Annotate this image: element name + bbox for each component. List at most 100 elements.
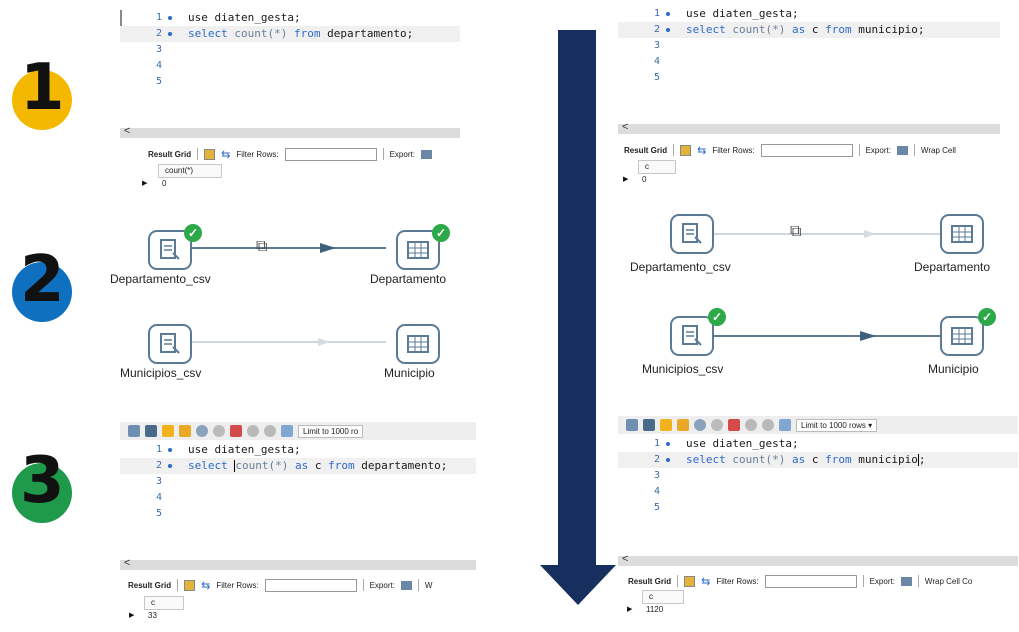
refresh-icon[interactable]: ⇆ — [701, 575, 710, 588]
table-output-step-departamento[interactable] — [940, 214, 984, 254]
export-label[interactable]: Export: — [866, 146, 891, 155]
step-label: Municipios_csv — [642, 362, 724, 376]
save-icon[interactable] — [643, 419, 655, 431]
row-pointer-icon: ▶ — [623, 176, 629, 183]
toggle-error-icon[interactable] — [728, 419, 740, 431]
result-toolbar: Result Grid ⇆ Filter Rows: Export: — [120, 145, 460, 163]
open-file-icon[interactable] — [626, 419, 638, 431]
sql-use-statement: use diaten_gesta; — [188, 11, 301, 24]
export-label[interactable]: Export: — [390, 150, 415, 159]
grid-column-header[interactable]: c — [638, 160, 676, 174]
grid-view-icon[interactable] — [680, 144, 692, 156]
result-grid-tab[interactable]: Result Grid — [628, 577, 671, 586]
result-grid-tab[interactable]: Result Grid — [148, 150, 191, 159]
copy-rows-icon: ⧉ — [790, 223, 802, 240]
result-grid-tab[interactable]: Result Grid — [128, 581, 171, 590]
step-3-number: 3 — [20, 444, 65, 518]
down-arrow-icon — [540, 30, 616, 605]
grid-column-header[interactable]: c — [144, 596, 184, 610]
filter-rows-input[interactable] — [760, 143, 853, 157]
copy-rows-icon: ⧉ — [256, 238, 268, 255]
stop-icon[interactable] — [711, 419, 723, 431]
line-number: 2 — [653, 454, 660, 465]
commit-icon[interactable] — [745, 419, 757, 431]
editor-toolbar: Limit to 1000 rows ▾ — [618, 416, 1018, 434]
sql-code-area[interactable]: 1 use diaten_gesta; 2 select count(*) as… — [618, 436, 1018, 516]
autocommit-icon[interactable] — [779, 419, 791, 431]
wrap-cell-label[interactable]: Wrap Cell — [921, 146, 956, 155]
scroll-left-icon[interactable]: < — [622, 121, 628, 133]
execute-icon[interactable] — [660, 419, 672, 431]
toggle-error-icon[interactable] — [230, 425, 242, 437]
step-label: Departamento — [914, 260, 991, 274]
wrap-cell-label[interactable]: Wrap Cell Co — [925, 577, 972, 586]
export-icon[interactable] — [400, 580, 412, 590]
rollback-icon[interactable] — [264, 425, 276, 437]
step-1-number: 1 — [20, 51, 65, 125]
line-number: 5 — [155, 76, 162, 87]
filter-rows-input[interactable] — [764, 574, 857, 588]
explain-icon[interactable] — [196, 425, 208, 437]
csv-input-step-municipios[interactable] — [670, 316, 714, 356]
limit-rows-select[interactable]: Limit to 1000 rows ▾ — [796, 418, 878, 432]
grid-view-icon[interactable] — [684, 575, 696, 587]
horizontal-scrollbar[interactable]: < — [618, 121, 1000, 134]
refresh-icon[interactable]: ⇆ — [201, 579, 210, 592]
execute-current-icon[interactable] — [677, 419, 689, 431]
commit-icon[interactable] — [247, 425, 259, 437]
sql-code-area[interactable]: 1 use diaten_gesta; 2 select count(*) fr… — [120, 10, 460, 90]
sql-use-statement: use diaten_gesta; — [686, 7, 799, 20]
table-output-step-municipio[interactable] — [940, 316, 984, 356]
autocommit-icon[interactable] — [281, 425, 293, 437]
limit-rows-select[interactable]: Limit to 1000 ro — [298, 424, 364, 438]
sql-code-area[interactable]: 1 use diaten_gesta; 2 select count(*) as… — [618, 6, 1000, 86]
grid-view-icon[interactable] — [204, 148, 216, 160]
sql-select-statement: select count(*) as c from departamento; — [188, 459, 448, 472]
refresh-icon[interactable]: ⇆ — [697, 144, 706, 157]
explain-icon[interactable] — [694, 419, 706, 431]
sql-use-statement: use diaten_gesta; — [188, 443, 301, 456]
result-grid-tab[interactable]: Result Grid — [624, 146, 667, 155]
sql-code-area[interactable]: 1 use diaten_gesta; 2 select count(*) as… — [120, 442, 476, 522]
export-label[interactable]: Export: — [870, 577, 895, 586]
export-label[interactable]: Export: — [370, 581, 395, 590]
csv-input-step-municipios[interactable] — [148, 324, 192, 364]
chevron-down-icon[interactable]: ▾ — [868, 421, 872, 430]
wrap-cell-label[interactable]: W — [425, 581, 433, 590]
row-pointer-icon: ▶ — [627, 606, 633, 613]
execute-icon[interactable] — [162, 425, 174, 437]
scroll-left-icon[interactable]: < — [124, 557, 130, 569]
filter-rows-input[interactable] — [264, 578, 357, 592]
horizontal-scrollbar[interactable]: < — [120, 557, 476, 570]
grid-view-icon[interactable] — [184, 579, 196, 591]
scroll-left-icon[interactable]: < — [124, 125, 130, 137]
grid-column-header[interactable]: c — [642, 590, 684, 604]
refresh-icon[interactable]: ⇆ — [221, 148, 230, 161]
horizontal-scrollbar[interactable]: < — [120, 125, 460, 138]
line-number: 1 — [155, 444, 162, 455]
horizontal-scrollbar[interactable]: < — [618, 553, 1018, 566]
line-number: 3 — [155, 476, 162, 487]
grid-column-header[interactable]: count(*) — [158, 164, 222, 178]
export-icon[interactable] — [420, 149, 432, 159]
statement-marker-icon — [168, 16, 172, 20]
open-file-icon[interactable] — [128, 425, 140, 437]
export-icon[interactable] — [900, 576, 912, 586]
scroll-left-icon[interactable]: < — [622, 553, 628, 565]
export-icon[interactable] — [896, 145, 908, 155]
grid-cell[interactable]: 1120 — [640, 604, 663, 615]
line-number: 2 — [653, 24, 660, 35]
filter-rows-input[interactable] — [284, 147, 377, 161]
table-output-step-municipio[interactable] — [396, 324, 440, 364]
statement-marker-icon — [666, 458, 670, 462]
rollback-icon[interactable] — [762, 419, 774, 431]
save-icon[interactable] — [145, 425, 157, 437]
step-label: Departamento_csv — [630, 260, 731, 274]
csv-input-step-departamento[interactable] — [670, 214, 714, 254]
execute-current-icon[interactable] — [179, 425, 191, 437]
grid-cell[interactable]: 33 — [142, 610, 157, 621]
grid-cell[interactable]: 0 — [156, 178, 166, 189]
step-3-badge: 3 — [12, 449, 72, 523]
stop-icon[interactable] — [213, 425, 225, 437]
grid-cell[interactable]: 0 — [636, 174, 646, 185]
